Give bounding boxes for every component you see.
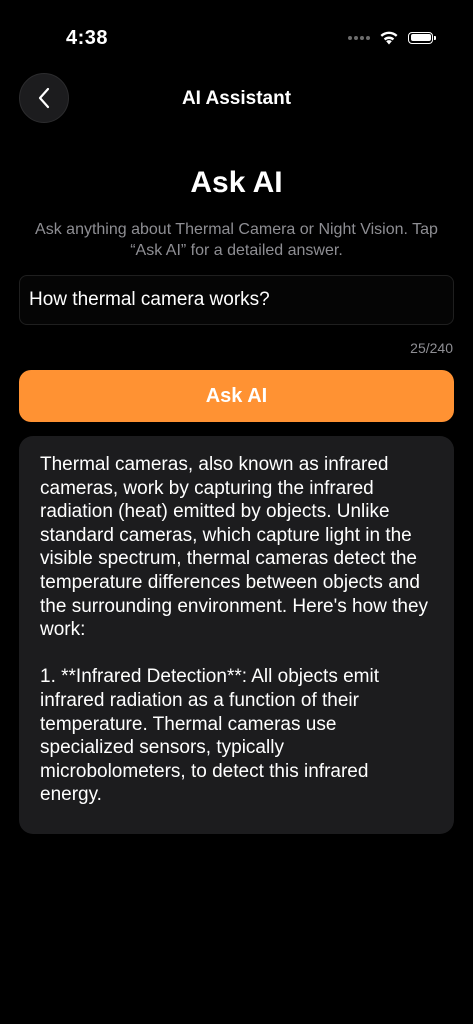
question-input[interactable] — [19, 275, 454, 325]
status-bar: 4:38 — [0, 0, 473, 60]
wifi-icon — [380, 31, 398, 45]
nav-title: AI Assistant — [181, 88, 292, 109]
ask-ai-button[interactable]: Ask AI — [19, 370, 454, 422]
status-icons — [348, 30, 436, 45]
character-count: 25/240 — [410, 340, 453, 356]
navigation-bar: AI Assistant — [0, 72, 473, 126]
answer-card: Thermal cameras, also known as infrared … — [19, 436, 454, 834]
cellular-signal-icon — [348, 35, 370, 40]
battery-icon — [408, 31, 436, 44]
answer-text: Thermal cameras, also known as infrared … — [40, 454, 429, 806]
page-title: Ask AI — [190, 166, 283, 199]
status-time: 4:38 — [66, 27, 109, 49]
page-subtitle: Ask anything about Thermal Camera or Nig… — [35, 221, 438, 259]
